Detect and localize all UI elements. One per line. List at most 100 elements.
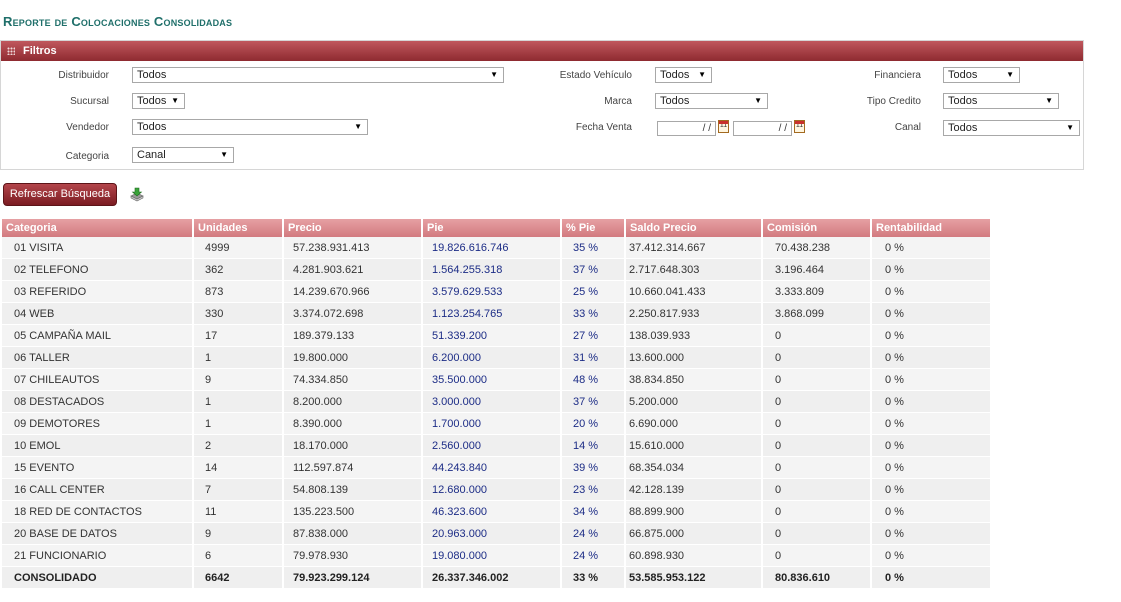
cell-porcentaje-pie: 25 % [562,281,624,303]
sucursal-label: Sucursal [70,96,109,107]
cell-precio: 18.170.000 [284,435,421,457]
cell-rentabilidad: 0 % [872,435,990,457]
cell-unidades: 873 [194,281,282,303]
categoria-value: Canal [137,149,166,161]
export-download-icon[interactable] [128,186,146,204]
cell-saldo-precio: 10.660.041.433 [626,281,761,303]
cell-unidades: 1 [194,347,282,369]
calendar-icon[interactable]: 11 [794,120,805,133]
cell-categoria: 03 REFERIDO [2,281,192,303]
cell-saldo-precio: 6.690.000 [626,413,761,435]
cell-pie: 19.826.616.746 [423,237,560,259]
cell-pie: 46.323.600 [423,501,560,523]
cell-rentabilidad: 0 % [872,325,990,347]
filters-header[interactable]: Filtros [1,41,1083,61]
cell-porcentaje-pie: 31 % [562,347,624,369]
chevron-down-icon: ▼ [1006,70,1014,79]
cell-unidades: 362 [194,259,282,281]
col-header-precio[interactable]: Precio [284,219,421,237]
marca-select[interactable]: Todos ▼ [655,93,768,109]
cell-saldo-precio: 138.039.933 [626,325,761,347]
vendedor-select[interactable]: Todos ▼ [132,119,368,135]
col-header-pie[interactable]: Pie [423,219,560,237]
cell-pie: 3.000.000 [423,391,560,413]
cell-precio: 54.808.139 [284,479,421,501]
table-row: 05 CAMPAÑA MAIL 17 189.379.133 51.339.200 27… [2,325,990,347]
cell-pie: 12.680.000 [423,479,560,501]
cell-precio: 8.390.000 [284,413,421,435]
table-row: 06 TALLER 1 19.800.000 6.200.000 31 % 13.600.… [2,347,990,369]
cell-precio: 3.374.072.698 [284,303,421,325]
cell-saldo-precio: 88.899.900 [626,501,761,523]
categoria-label: Categoria [65,151,109,162]
cell-porcentaje-pie: 37 % [562,259,624,281]
vendedor-value: Todos [137,121,167,133]
cell-saldo-precio: 60.898.930 [626,545,761,567]
cell-porcentaje-pie: 14 % [562,435,624,457]
cell-unidades: 6 [194,545,282,567]
cell-precio: 4.281.903.621 [284,259,421,281]
cell-comision: 0 [763,479,870,501]
table-total-row: CONSOLIDADO 6642 79.923.299.124 26.337.346.… [2,567,990,589]
report-table: Categoria Unidades Precio Pie % Pie Sald… [0,219,992,589]
cell-pie: 1.123.254.765 [423,303,560,325]
cell-porcentaje-pie: 39 % [562,457,624,479]
cell-categoria: 10 EMOL [2,435,192,457]
cell-precio: 87.838.000 [284,523,421,545]
cell-comision: 3.333.809 [763,281,870,303]
categoria-select[interactable]: Canal ▼ [132,147,234,163]
tipo-credito-select[interactable]: Todos ▼ [943,93,1059,109]
cell-comision: 0 [763,347,870,369]
col-header-categoria[interactable]: Categoria [2,219,192,237]
cell-saldo-precio: 66.875.000 [626,523,761,545]
canal-select[interactable]: Todos ▼ [943,120,1080,136]
col-header-unidades[interactable]: Unidades [194,219,282,237]
col-header-porcentaje-pie[interactable]: % Pie [562,219,624,237]
cell-porcentaje-pie: 35 % [562,237,624,259]
cell-porcentaje-pie: 34 % [562,501,624,523]
fecha-venta-to-input[interactable]: / / [733,121,792,136]
cell-categoria: 15 EVENTO [2,457,192,479]
cell-pie: 51.339.200 [423,325,560,347]
chevron-down-icon: ▼ [1045,96,1053,105]
cell-unidades: 1 [194,391,282,413]
page-title: Reporte de Colocaciones Consolidadas [3,14,233,29]
refresh-search-button[interactable]: Refrescar Búsqueda [3,183,117,206]
cell-comision: 80.836.610 [763,567,870,589]
chevron-down-icon: ▼ [754,96,762,105]
sucursal-select[interactable]: Todos ▼ [132,93,185,109]
cell-precio: 14.239.670.966 [284,281,421,303]
table-row: 21 FUNCIONARIO 6 79.978.930 19.080.000 24 % 6… [2,545,990,567]
estado-vehiculo-label: Estado Vehículo [559,70,632,81]
cell-saldo-precio: 5.200.000 [626,391,761,413]
cell-comision: 0 [763,413,870,435]
fecha-venta-label: Fecha Venta [575,122,632,133]
fecha-venta-from-input[interactable]: / / [657,121,716,136]
cell-rentabilidad: 0 % [872,545,990,567]
cell-precio: 135.223.500 [284,501,421,523]
cell-pie: 44.243.840 [423,457,560,479]
financiera-select[interactable]: Todos ▼ [943,67,1020,83]
calendar-icon[interactable]: 11 [718,120,729,133]
cell-porcentaje-pie: 24 % [562,523,624,545]
cell-porcentaje-pie: 27 % [562,325,624,347]
cell-unidades: 2 [194,435,282,457]
cell-pie: 19.080.000 [423,545,560,567]
col-header-saldo-precio[interactable]: Saldo Precio [626,219,761,237]
col-header-rentabilidad[interactable]: Rentabilidad [872,219,990,237]
table-row: 20 BASE DE DATOS 9 87.838.000 20.963.000 24 … [2,523,990,545]
cell-rentabilidad: 0 % [872,479,990,501]
cell-unidades: 1 [194,413,282,435]
cell-unidades: 7 [194,479,282,501]
cell-porcentaje-pie: 48 % [562,369,624,391]
cell-pie: 1.564.255.318 [423,259,560,281]
calendar-glyph: 11 [719,122,728,129]
financiera-label: Financiera [874,70,921,81]
distribuidor-select[interactable]: Todos ▼ [132,67,504,83]
cell-categoria: 05 CAMPAÑA MAIL [2,325,192,347]
estado-vehiculo-select[interactable]: Todos ▼ [655,67,712,83]
col-header-comision[interactable]: Comisión [763,219,870,237]
cell-saldo-precio: 15.610.000 [626,435,761,457]
cell-rentabilidad: 0 % [872,237,990,259]
cell-rentabilidad: 0 % [872,259,990,281]
